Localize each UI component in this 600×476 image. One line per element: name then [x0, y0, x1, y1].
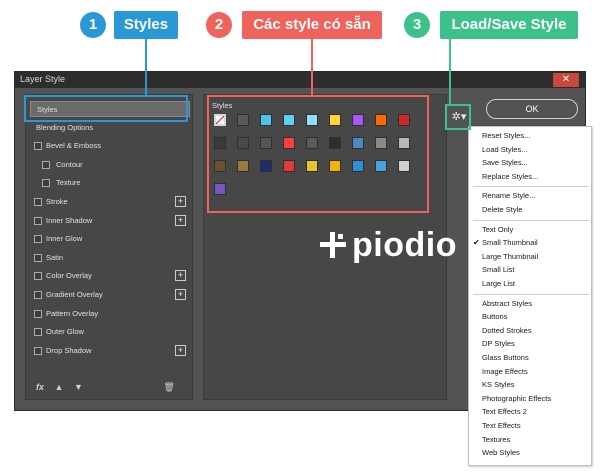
connector-line-1: [145, 39, 147, 95]
menu-item[interactable]: Rename Style...: [482, 191, 535, 200]
title-bar: Layer Style ✕: [15, 72, 585, 88]
close-button[interactable]: ✕: [553, 73, 579, 87]
menu-item[interactable]: Photographic Effects: [482, 394, 551, 403]
effect-checkbox[interactable]: [34, 142, 42, 151]
menu-item[interactable]: Image Effects: [482, 367, 528, 376]
connector-line-3: [449, 39, 451, 104]
menu-separator: [473, 186, 589, 188]
effect-label: Inner Glow: [46, 234, 83, 244]
menu-item[interactable]: Small List: [482, 265, 515, 274]
callout-2-number: 2: [206, 12, 232, 38]
callout-3-label: Load/Save Style: [440, 11, 578, 39]
add-effect-icon[interactable]: +: [175, 270, 186, 282]
piodio-logo-icon: [320, 232, 346, 258]
effect-checkbox[interactable]: [34, 328, 42, 337]
effect-checkbox[interactable]: [34, 253, 42, 262]
menu-item[interactable]: Dotted Strokes: [482, 326, 532, 335]
menu-item[interactable]: Abstract Styles: [482, 299, 532, 308]
effect-label: Bevel & Emboss: [46, 141, 102, 151]
effect-label: Color Overlay: [46, 271, 92, 281]
menu-item[interactable]: Text Effects 2: [482, 407, 527, 416]
trash-icon[interactable]: 🗑: [163, 382, 174, 392]
effect-label: Outer Glow: [46, 327, 84, 337]
callout-1-label: Styles: [114, 11, 178, 39]
watermark-text: piodio: [352, 226, 457, 264]
menu-item[interactable]: Large List: [482, 279, 515, 288]
move-down-icon[interactable]: ▼: [74, 382, 83, 392]
ok-button[interactable]: OK: [486, 99, 578, 119]
menu-item[interactable]: Web Styles: [482, 448, 520, 457]
effect-checkbox[interactable]: [34, 291, 42, 299]
menu-item[interactable]: Replace Styles...: [482, 172, 538, 181]
effect-label: Inner Shadow: [46, 215, 93, 225]
effect-label: Texture: [56, 178, 81, 188]
effect-checkbox[interactable]: [34, 272, 42, 281]
dialog-title: Layer Style: [20, 74, 66, 84]
menu-item[interactable]: Text Only: [482, 225, 513, 234]
effect-item[interactable]: Inner Shadow +: [30, 213, 190, 229]
effect-label: Contour: [56, 159, 83, 169]
add-effect-icon[interactable]: +: [175, 214, 186, 226]
menu-item[interactable]: Textures: [482, 435, 510, 444]
effect-label: Pattern Overlay: [46, 308, 99, 318]
menu-item[interactable]: Save Styles...: [482, 158, 528, 167]
add-effect-icon[interactable]: +: [175, 289, 186, 300]
effect-item[interactable]: Inner Glow: [30, 231, 190, 247]
highlight-box-presets: [207, 95, 429, 213]
menu-item[interactable]: Reset Styles...: [482, 131, 530, 140]
menu-item[interactable]: KS Styles: [482, 380, 515, 389]
effect-checkbox[interactable]: [42, 160, 50, 169]
styles-flyout-menu: Reset Styles... Load Styles... Save Styles…: [468, 126, 592, 466]
menu-item[interactable]: Glass Buttons: [482, 353, 529, 362]
move-up-icon[interactable]: ▲: [55, 382, 64, 392]
highlight-box-gear: [445, 104, 471, 130]
callout-3-number: 3: [404, 12, 430, 38]
menu-item[interactable]: Load Styles...: [482, 145, 527, 154]
checkmark-icon: ✔: [473, 238, 480, 248]
effect-label: Drop Shadow: [46, 345, 92, 355]
menu-item[interactable]: Buttons: [482, 312, 507, 321]
effect-item[interactable]: Bevel & Emboss: [30, 138, 190, 154]
effect-item[interactable]: Contour: [30, 157, 190, 173]
menu-item[interactable]: DP Styles: [482, 339, 515, 348]
effect-checkbox[interactable]: [34, 198, 42, 206]
effect-item[interactable]: Drop Shadow +: [30, 343, 190, 359]
effect-checkbox[interactable]: [34, 346, 42, 355]
menu-item[interactable]: Small Thumbnail: [482, 238, 538, 247]
effect-label: Stroke: [46, 197, 68, 206]
effects-panel: fx ▲ ▼ 🗑 Styles Blending Options Bevel & E…: [25, 94, 193, 400]
effect-item[interactable]: Color Overlay +: [30, 268, 190, 284]
effect-item[interactable]: Stroke +: [30, 194, 190, 210]
add-effect-icon[interactable]: +: [175, 196, 186, 207]
connector-line-2: [311, 39, 313, 95]
menu-item[interactable]: Large Thumbnail: [482, 252, 538, 261]
callout-2-label: Các style có sẵn: [242, 11, 382, 39]
effect-item[interactable]: Gradient Overlay +: [30, 287, 190, 303]
effect-checkbox[interactable]: [34, 309, 42, 318]
effects-toolbar: fx ▲ ▼ 🗑: [36, 382, 183, 393]
effect-label: Satin: [46, 252, 64, 262]
callout-1-number: 1: [80, 12, 106, 38]
effect-label: Gradient Overlay: [46, 290, 103, 299]
effect-checkbox[interactable]: [42, 179, 50, 188]
effect-item[interactable]: Texture: [30, 175, 190, 191]
menu-separator: [473, 293, 589, 295]
effect-item[interactable]: Satin: [30, 250, 190, 266]
menu-item[interactable]: Delete Style: [482, 205, 522, 214]
effect-item[interactable]: Pattern Overlay: [30, 306, 190, 322]
effect-checkbox[interactable]: [34, 216, 42, 225]
fx-button[interactable]: fx: [36, 382, 44, 392]
effect-checkbox[interactable]: [34, 235, 42, 244]
menu-item[interactable]: Text Effects: [482, 421, 521, 430]
menu-separator: [473, 219, 589, 221]
effect-item[interactable]: Outer Glow: [30, 324, 190, 340]
highlight-box-styles: [24, 95, 188, 122]
add-effect-icon[interactable]: +: [175, 344, 186, 356]
